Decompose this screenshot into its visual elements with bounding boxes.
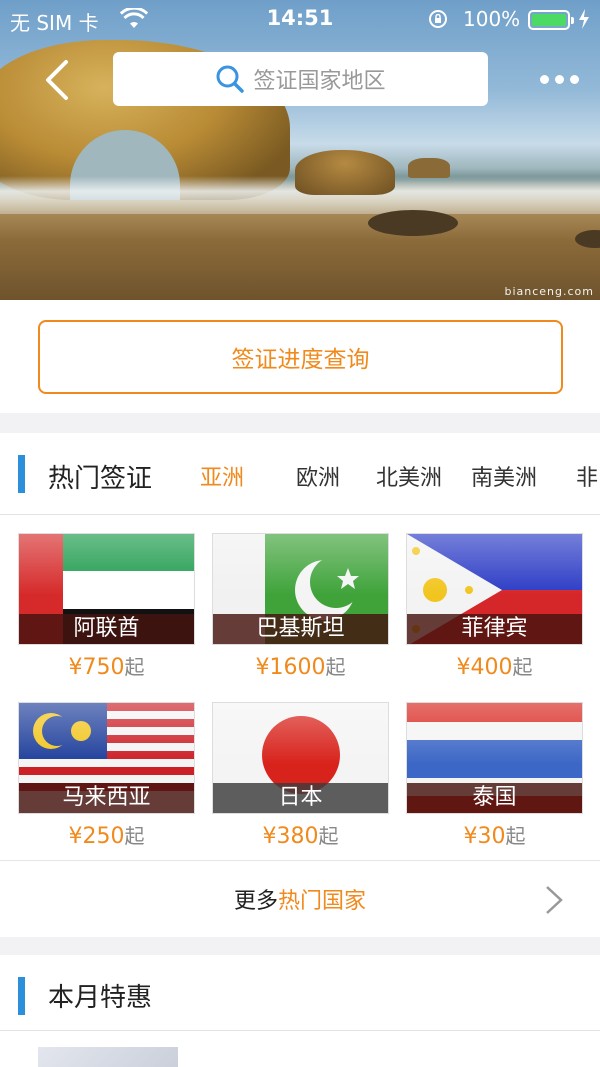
country-grid: 阿联酋 ¥750起 巴基斯坦 ¥1600起 菲律宾 ¥400起 马来西亚 ¥25… bbox=[0, 515, 600, 860]
malaysia-flag: 马来西亚 bbox=[18, 702, 195, 814]
charging-icon bbox=[579, 9, 589, 29]
tab-south-america[interactable]: 南美洲 bbox=[471, 460, 576, 494]
section-accent-bar bbox=[18, 977, 25, 1015]
dot-icon bbox=[570, 74, 579, 84]
special-thumbnail[interactable] bbox=[38, 1047, 178, 1067]
country-card-thailand[interactable]: 泰国 ¥30起 bbox=[406, 702, 583, 849]
tab-north-america[interactable]: 北美洲 bbox=[376, 460, 471, 494]
country-name: 日本 bbox=[213, 783, 388, 813]
search-input[interactable]: 签证国家地区 bbox=[113, 52, 488, 106]
dot-icon bbox=[555, 74, 564, 84]
japan-flag: 日本 bbox=[212, 702, 389, 814]
more-hot-countries-link[interactable]: 更多 热门国家 bbox=[0, 860, 600, 937]
dot-icon bbox=[540, 74, 549, 84]
battery-percent: 100% bbox=[463, 7, 521, 31]
country-card-philippines[interactable]: 菲律宾 ¥400起 bbox=[406, 533, 583, 680]
country-name: 阿联酋 bbox=[19, 614, 194, 644]
pakistan-flag: 巴基斯坦 bbox=[212, 533, 389, 645]
chevron-right-icon bbox=[546, 886, 563, 914]
hero-banner: bianceng.com bbox=[0, 0, 600, 300]
uae-flag: 阿联酋 bbox=[18, 533, 195, 645]
country-card-japan[interactable]: 日本 ¥380起 bbox=[212, 702, 389, 849]
country-name: 马来西亚 bbox=[19, 783, 194, 813]
philippines-flag: 菲律宾 bbox=[406, 533, 583, 645]
hero-rock bbox=[575, 230, 600, 248]
country-name: 菲律宾 bbox=[407, 614, 582, 644]
rotation-lock-icon bbox=[429, 10, 447, 28]
hot-visa-header: 热门签证 亚洲 欧洲 北美洲 南美洲 非 bbox=[0, 433, 600, 515]
country-name: 泰国 bbox=[407, 783, 582, 813]
visa-progress-button[interactable]: 签证进度查询 bbox=[38, 320, 563, 394]
tab-europe[interactable]: 欧洲 bbox=[296, 460, 376, 494]
hot-visa-title: 热门签证 bbox=[48, 464, 153, 494]
section-accent-bar bbox=[18, 455, 25, 493]
monthly-specials-title: 本月特惠 bbox=[48, 983, 153, 1013]
country-price: ¥380起 bbox=[262, 824, 339, 849]
monthly-specials-header: 本月特惠 bbox=[0, 955, 600, 1031]
battery-icon bbox=[528, 10, 574, 30]
more-menu-button[interactable] bbox=[540, 64, 590, 94]
search-icon bbox=[216, 65, 245, 93]
status-bar: 无 SIM 卡 14:51 100% bbox=[0, 0, 600, 40]
hero-watermark: bianceng.com bbox=[504, 285, 594, 298]
thailand-flag: 泰国 bbox=[406, 702, 583, 814]
hero-rock bbox=[295, 150, 395, 195]
region-tabs: 亚洲 欧洲 北美洲 南美洲 非 bbox=[200, 460, 600, 494]
country-price: ¥750起 bbox=[68, 655, 145, 680]
country-price: ¥30起 bbox=[463, 824, 526, 849]
more-prefix: 更多 bbox=[233, 889, 278, 914]
search-placeholder: 签证国家地区 bbox=[253, 69, 386, 94]
country-card-uae[interactable]: 阿联酋 ¥750起 bbox=[18, 533, 195, 680]
hero-rock bbox=[368, 210, 458, 236]
hero-rock bbox=[408, 158, 450, 178]
back-icon[interactable] bbox=[38, 58, 78, 102]
country-name: 巴基斯坦 bbox=[213, 614, 388, 644]
country-card-pakistan[interactable]: 巴基斯坦 ¥1600起 bbox=[212, 533, 389, 680]
tab-asia[interactable]: 亚洲 bbox=[200, 460, 296, 494]
more-highlight: 热门国家 bbox=[278, 889, 367, 914]
monthly-specials-list bbox=[0, 1031, 600, 1067]
country-price: ¥400起 bbox=[456, 655, 533, 680]
country-price: ¥250起 bbox=[68, 824, 145, 849]
country-price: ¥1600起 bbox=[255, 655, 346, 680]
country-card-malaysia[interactable]: 马来西亚 ¥250起 bbox=[18, 702, 195, 849]
tab-africa[interactable]: 非 bbox=[576, 460, 600, 494]
